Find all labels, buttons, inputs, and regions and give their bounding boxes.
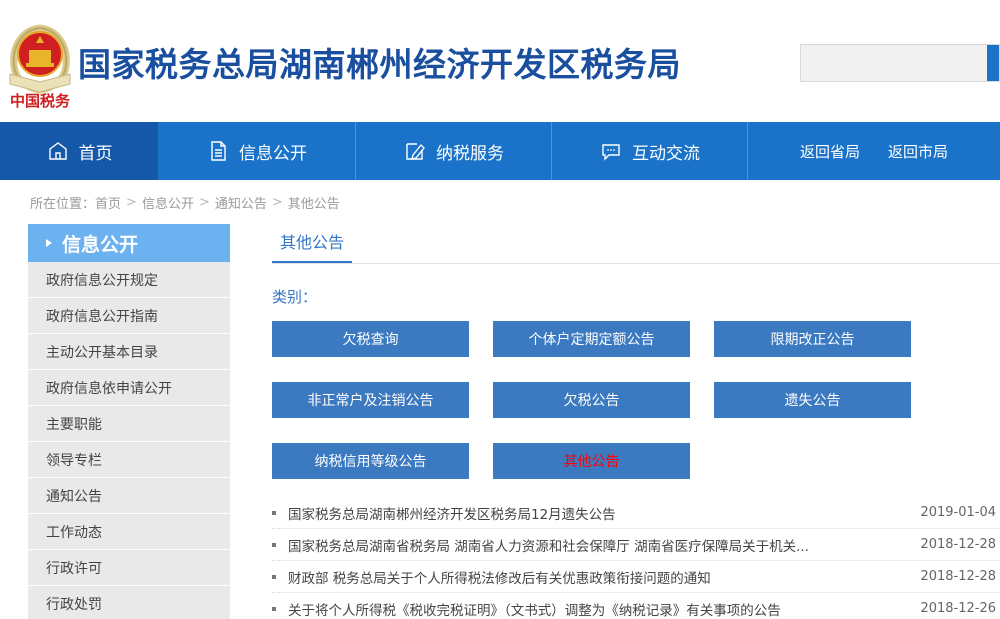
list-item[interactable]: 财政部 税务总局关于个人所得税法修改后有关优惠政策衔接问题的通知 2018-12… [272, 561, 1000, 593]
breadcrumb: 所在位置： 首页 > 信息公开 > 通知公告 > 其他公告 [0, 180, 1000, 224]
news-title: 财政部 税务总局关于个人所得税法修改后有关优惠政策衔接问题的通知 [288, 567, 920, 587]
category-button-label: 遗失公告 [785, 390, 841, 410]
breadcrumb-separator: > [121, 195, 142, 210]
nav-link-province-bureau[interactable]: 返回省局 [800, 141, 860, 162]
list-item[interactable]: 国家税务总局湖南省税务局 湖南省人力资源和社会保障厅 湖南省医疗保障局关于机关.… [272, 529, 1000, 561]
breadcrumb-item-home[interactable]: 首页 [95, 193, 121, 212]
sidebar-item-admin-penalty[interactable]: 行政处罚 [28, 586, 230, 619]
nav-item-info-disclosure[interactable]: 信息公开 [158, 122, 356, 180]
nav-item-tax-service-label: 纳税服务 [436, 139, 504, 164]
news-title: 国家税务总局湖南郴州经济开发区税务局12月遗失公告 [288, 503, 920, 523]
nav-item-interaction[interactable]: 互动交流 [552, 122, 748, 180]
sidebar-item-label: 行政处罚 [46, 594, 102, 614]
nav-item-interaction-label: 互动交流 [632, 139, 700, 164]
nav-item-home[interactable]: 首页 [0, 122, 158, 180]
breadcrumb-separator: > [267, 195, 288, 210]
category-button-label: 非正常户及注销公告 [308, 390, 434, 410]
list-item[interactable]: 国家税务总局湖南郴州经济开发区税务局12月遗失公告 2019-01-04 [272, 497, 1000, 529]
search-input[interactable] [801, 45, 987, 81]
breadcrumb-item-other-notices[interactable]: 其他公告 [288, 193, 340, 212]
category-button-credit-rating[interactable]: 纳税信用等级公告 [272, 443, 469, 479]
sidebar-item-label: 工作动态 [46, 522, 102, 542]
sidebar-item-main-duties[interactable]: 主要职能 [28, 406, 230, 442]
sidebar-item-label: 政府信息公开规定 [46, 270, 158, 290]
news-title: 关于将个人所得税《税收完税证明》（文书式）调整为《纳税记录》有关事项的公告 [288, 599, 920, 619]
china-tax-emblem-icon: 中国税务 [4, 14, 76, 110]
sidebar-item-gov-info-rules[interactable]: 政府信息公开规定 [28, 262, 230, 298]
breadcrumb-item-info-disclosure[interactable]: 信息公开 [142, 193, 194, 212]
bullet-icon [272, 607, 276, 611]
category-button-abnormal-cancellation[interactable]: 非正常户及注销公告 [272, 382, 469, 418]
news-list: 国家税务总局湖南郴州经济开发区税务局12月遗失公告 2019-01-04 国家税… [272, 497, 1000, 619]
main-navigation: 首页 信息公开 纳税服务 互 [0, 122, 1000, 180]
nav-link-city-bureau[interactable]: 返回市局 [888, 141, 948, 162]
category-button-other-notices[interactable]: 其他公告 [493, 443, 690, 479]
news-title: 国家税务总局湖南省税务局 湖南省人力资源和社会保障厅 湖南省医疗保障局关于机关.… [288, 535, 920, 555]
sidebar-header-info-disclosure[interactable]: 信息公开 [28, 224, 230, 262]
page-content: 信息公开 政府信息公开规定 政府信息公开指南 主动公开基本目录 政府信息依申请公… [0, 224, 1000, 619]
category-button-grid: 欠税查询 个体户定期定额公告 限期改正公告 非正常户及注销公告 欠税公告 遗失公… [272, 321, 1000, 479]
sidebar-item-gov-info-guide[interactable]: 政府信息公开指南 [28, 298, 230, 334]
search-button[interactable] [987, 45, 999, 81]
list-item[interactable]: 关于将个人所得税《税收完税证明》（文书式）调整为《纳税记录》有关事项的公告 20… [272, 593, 1000, 619]
pencil-icon [403, 139, 427, 163]
nav-item-info-disclosure-label: 信息公开 [239, 139, 307, 164]
bullet-icon [272, 575, 276, 579]
nav-item-home-label: 首页 [79, 139, 113, 164]
category-button-tax-arrears-query[interactable]: 欠税查询 [272, 321, 469, 357]
site-search [800, 44, 1000, 82]
news-date: 2018-12-28 [920, 537, 1000, 552]
sidebar-item-request-disclosure[interactable]: 政府信息依申请公开 [28, 370, 230, 406]
sidebar-item-leadership[interactable]: 领导专栏 [28, 442, 230, 478]
main-panel: 其他公告 类别： 欠税查询 个体户定期定额公告 限期改正公告 非正常户及注销公告… [230, 224, 1000, 619]
triangle-right-icon [46, 239, 52, 247]
sidebar-item-label: 主要职能 [46, 414, 102, 434]
sidebar-item-label: 通知公告 [46, 486, 102, 506]
category-button-deadline-correction[interactable]: 限期改正公告 [714, 321, 911, 357]
sidebar-item-label: 行政许可 [46, 558, 102, 578]
category-button-label: 欠税查询 [343, 329, 399, 349]
document-icon [206, 139, 230, 163]
sidebar-item-label: 政府信息公开指南 [46, 306, 158, 326]
bullet-icon [272, 543, 276, 547]
home-icon [46, 139, 70, 163]
breadcrumb-prefix: 所在位置： [30, 193, 95, 212]
breadcrumb-item-notices[interactable]: 通知公告 [215, 193, 267, 212]
category-button-tax-arrears-notice[interactable]: 欠税公告 [493, 382, 690, 418]
category-button-label: 其他公告 [564, 451, 620, 471]
sidebar-item-notices[interactable]: 通知公告 [28, 478, 230, 514]
category-button-individual-fixed-quota[interactable]: 个体户定期定额公告 [493, 321, 690, 357]
site-title: 国家税务总局湖南郴州经济开发区税务局 [78, 38, 681, 86]
sidebar-item-label: 政府信息依申请公开 [46, 378, 172, 398]
sidebar-item-admin-license[interactable]: 行政许可 [28, 550, 230, 586]
breadcrumb-separator: > [194, 195, 215, 210]
sidebar-item-proactive-catalog[interactable]: 主动公开基本目录 [28, 334, 230, 370]
category-button-label: 纳税信用等级公告 [315, 451, 427, 471]
category-button-label: 个体户定期定额公告 [529, 329, 655, 349]
news-date: 2018-12-28 [920, 569, 1000, 584]
news-date: 2019-01-04 [920, 505, 1000, 520]
site-header: 中国税务 国家税务总局湖南郴州经济开发区税务局 [0, 0, 1000, 122]
sidebar-item-label: 主动公开基本目录 [46, 342, 158, 362]
chat-icon [599, 139, 623, 163]
sidebar-item-work-updates[interactable]: 工作动态 [28, 514, 230, 550]
bullet-icon [272, 511, 276, 515]
news-date: 2018-12-26 [920, 601, 1000, 616]
sidebar: 信息公开 政府信息公开规定 政府信息公开指南 主动公开基本目录 政府信息依申请公… [28, 224, 230, 619]
sidebar-header-label: 信息公开 [62, 230, 138, 257]
category-button-label: 限期改正公告 [771, 329, 855, 349]
nav-external-links: 返回省局 返回市局 [748, 122, 1000, 180]
category-label: 类别： [272, 286, 1000, 307]
category-button-loss-notice[interactable]: 遗失公告 [714, 382, 911, 418]
tab-bar: 其他公告 [272, 228, 1000, 264]
svg-text:中国税务: 中国税务 [10, 92, 71, 110]
tab-other-notices[interactable]: 其他公告 [272, 229, 352, 263]
sidebar-item-label: 领导专栏 [46, 450, 102, 470]
category-button-label: 欠税公告 [564, 390, 620, 410]
nav-item-tax-service[interactable]: 纳税服务 [356, 122, 552, 180]
